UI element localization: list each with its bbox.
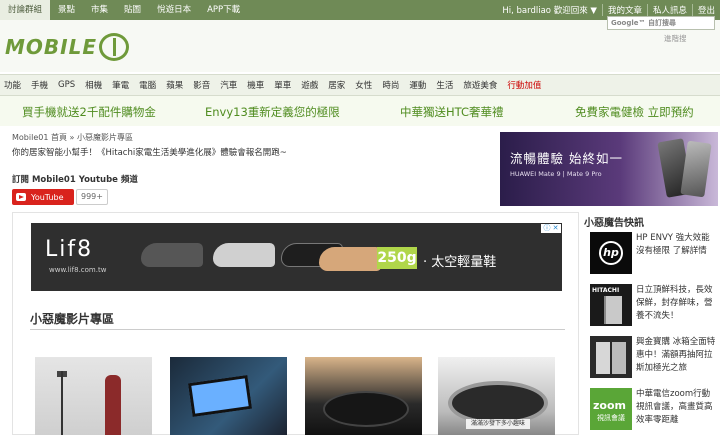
- huawei-subtitle: HUAWEI Mate 9 | Mate 9 Pro: [510, 170, 602, 178]
- tripod-image: [61, 371, 63, 435]
- cat-item-phone[interactable]: 手機: [31, 79, 48, 91]
- cat-item-travel-food[interactable]: 旅遊美食: [463, 79, 497, 91]
- advanced-search-link[interactable]: 進階搜: [664, 33, 687, 44]
- cat-item-camera[interactable]: 相機: [85, 79, 102, 91]
- mobile01-logo[interactable]: MOBILE: [5, 32, 129, 62]
- fridge-image: [612, 342, 626, 374]
- search-placeholder: Google™ 自訂搜尋: [611, 19, 676, 27]
- cat-item-life[interactable]: 生活: [436, 79, 453, 91]
- ad-slogan: · 太空輕量鞋: [423, 255, 497, 270]
- video-thumbnail[interactable]: [170, 357, 287, 435]
- cat-item-bicycle[interactable]: 單車: [274, 79, 291, 91]
- shoe-image: [319, 247, 381, 271]
- cat-item-computer[interactable]: 電腦: [139, 79, 156, 91]
- logo-text: MOBILE: [5, 35, 97, 59]
- person-image: [105, 375, 121, 435]
- cat-item-motorcycle[interactable]: 機車: [247, 79, 264, 91]
- cat-item-women[interactable]: 女性: [355, 79, 372, 91]
- video-thumbnail[interactable]: [35, 357, 152, 435]
- hp-logo-mark: hp: [599, 241, 623, 265]
- video-thumbnail[interactable]: 滿滿沙發下多小趣味: [438, 357, 555, 435]
- tab-forum[interactable]: 討論群組: [0, 0, 51, 20]
- lif8-ad-banner[interactable]: Lif8 www.lif8.com.tw 250g · 太空輕量鞋: [31, 223, 562, 291]
- sidebar-ad-text: 中華電信zoom行動視訊會議，高畫質高效率零距離: [636, 389, 713, 425]
- cat-item-feature[interactable]: 功能: [4, 79, 21, 91]
- user-greeting[interactable]: Hi, bardliao 歡迎回來 ▼: [497, 4, 602, 16]
- phone-screen-image: [187, 374, 253, 418]
- announcement-link[interactable]: 你的居家智能小幫手！《Hitachi家電生活美學進化展》體驗會報名開跑~: [12, 146, 287, 158]
- cat-item-home[interactable]: 居家: [328, 79, 345, 91]
- divider: [30, 329, 565, 330]
- cat-item-gps[interactable]: GPS: [58, 80, 75, 90]
- phone-image: [680, 140, 712, 198]
- huawei-headline: 流暢體驗 始終如一: [510, 151, 623, 166]
- subscribe-title: 訂閱 Mobile01 Youtube 頻道: [12, 175, 138, 185]
- shoe-image: [141, 243, 203, 267]
- tab-market[interactable]: 市集: [83, 0, 116, 20]
- lif8-url: www.lif8.com.tw: [49, 266, 107, 274]
- sidebar-ad-item[interactable]: 興金寶購 冰箱全面特惠中！滿額再抽阿拉斯加極光之旅: [590, 336, 718, 382]
- huawei-ad-banner[interactable]: 流暢體驗 始終如一 HUAWEI Mate 9 | Mate 9 Pro: [500, 132, 718, 206]
- logout-link[interactable]: 登出: [693, 4, 720, 16]
- my-articles-link[interactable]: 我的文章: [603, 4, 647, 16]
- promo-link-2[interactable]: Envy13重新定義您的極限: [205, 104, 340, 120]
- zoom-icon: zoom 視訊會議: [590, 388, 632, 430]
- weight-badge: 250g: [377, 247, 417, 269]
- fridge-icon: [590, 336, 632, 378]
- fridge-image: [604, 296, 622, 324]
- search-input[interactable]: Google™ 自訂搜尋: [607, 16, 715, 30]
- tab-japan-travel[interactable]: 悅遊日本: [149, 0, 199, 20]
- youtube-play-icon: [16, 193, 26, 201]
- cat-item-fashion[interactable]: 時尚: [382, 79, 399, 91]
- subscriber-count: 999+: [76, 189, 108, 205]
- tab-stickers[interactable]: 貼圖: [116, 0, 149, 20]
- shoe-image: [213, 243, 275, 267]
- cat-item-sports[interactable]: 運動: [409, 79, 426, 91]
- cat-item-av[interactable]: 影音: [193, 79, 210, 91]
- youtube-button-label: YouTube: [31, 192, 64, 202]
- sidebar-ad-item[interactable]: zoom 視訊會議 中華電信zoom行動視訊會議，高畫質高效率零距離: [590, 388, 718, 434]
- fridge-image: [596, 342, 610, 374]
- section-title: 小惡魔影片專區: [30, 312, 115, 326]
- cat-item-games[interactable]: 遊戲: [301, 79, 318, 91]
- cat-item-car[interactable]: 汽車: [220, 79, 237, 91]
- tab-app-download[interactable]: APP下載: [199, 0, 248, 20]
- sidebar-ad-text: 興金寶購 冰箱全面特惠中！滿額再抽阿拉斯加極光之旅: [636, 337, 716, 373]
- category-navigation: 功能 手機 GPS 相機 筆電 電腦 蘋果 影音 汽車 機車 單車 遊戲 居家 …: [0, 74, 720, 96]
- private-messages-link[interactable]: 私人訊息: [648, 4, 692, 16]
- sidebar-ad-item[interactable]: hp HP ENVY 強大效能沒有極限 了解詳情: [590, 232, 718, 278]
- sidebar-ad-text: HP ENVY 強大效能沒有極限 了解詳情: [636, 233, 710, 256]
- promo-bar: 買手機就送2千配件購物金 Envy13重新定義您的極限 中華獨送HTC奢華禮 免…: [0, 96, 720, 126]
- lif8-brand: Lif8: [45, 237, 94, 262]
- tab-attractions[interactable]: 景點: [50, 0, 83, 20]
- zoom-word: zoom: [593, 399, 626, 412]
- breadcrumb[interactable]: Mobile01 首頁 » 小惡魔影片專區: [12, 132, 133, 143]
- sidebar-ad-item[interactable]: HITACHI 日立頂鮮科技，長效保鮮，封存鮮味，營養不流失！: [590, 284, 718, 330]
- video-caption: 滿滿沙發下多小趣味: [466, 419, 530, 429]
- promo-link-4[interactable]: 免費家電健檢 立即預約: [575, 104, 694, 120]
- sidebar-ad-text: 日立頂鮮科技，長效保鮮，封存鮮味，營養不流失！: [636, 285, 713, 321]
- sidebar-title: 小惡魔告快訊: [584, 218, 644, 229]
- ad-choices-close-icon[interactable]: ⓘ ✕: [541, 224, 561, 233]
- hitachi-icon: HITACHI: [590, 284, 632, 326]
- promo-link-3[interactable]: 中華獨送HTC奢華禮: [400, 104, 504, 120]
- cat-item-mobile-value-added[interactable]: 行動加值: [507, 79, 541, 91]
- device-image: [323, 391, 409, 427]
- video-thumbnail[interactable]: [305, 357, 422, 435]
- hitachi-brand: HITACHI: [592, 287, 620, 294]
- cat-item-notebook[interactable]: 筆電: [112, 79, 129, 91]
- zoom-sub: 視訊會議: [597, 414, 625, 422]
- youtube-subscribe-button[interactable]: YouTube: [12, 189, 74, 205]
- promo-link-1[interactable]: 買手機就送2千配件購物金: [22, 104, 156, 120]
- cat-item-apple[interactable]: 蘋果: [166, 79, 183, 91]
- logo-mark-icon: [99, 33, 129, 61]
- hp-logo-icon: hp: [590, 232, 632, 274]
